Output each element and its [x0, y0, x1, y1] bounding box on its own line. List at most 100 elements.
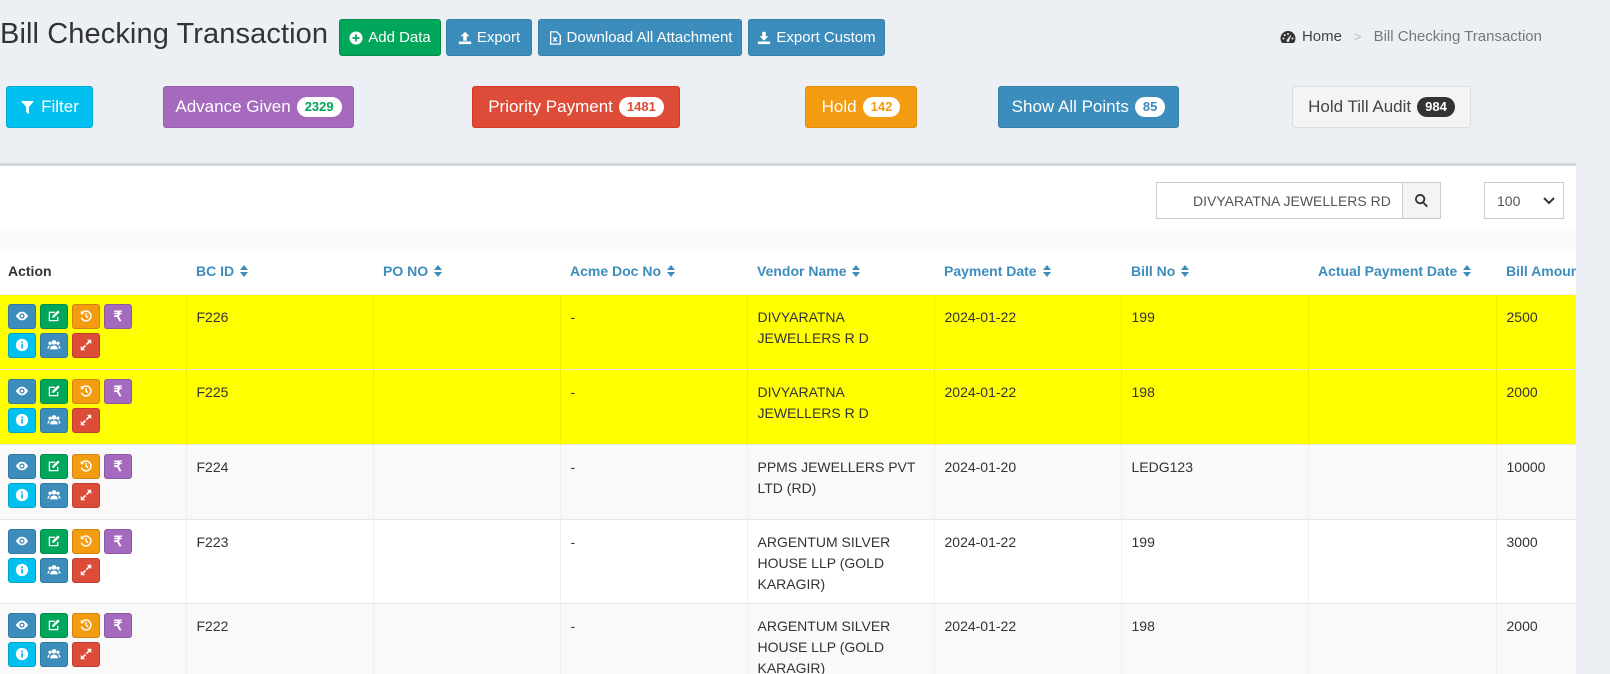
info-button[interactable]: [8, 332, 36, 358]
sort-icon[interactable]: [1463, 264, 1472, 280]
payment-button[interactable]: ₹: [104, 453, 132, 479]
col-header-vendor-name-label: Vendor Name: [757, 262, 847, 279]
upload-icon: [458, 31, 471, 44]
view-button[interactable]: [8, 612, 36, 638]
col-header-po-no[interactable]: PO NO: [373, 249, 560, 295]
history-button[interactable]: [72, 612, 100, 638]
expand-button[interactable]: [72, 557, 100, 583]
cell-bill-no: 199: [1120, 294, 1308, 369]
cell-bc-id: F223: [185, 519, 373, 603]
payment-button[interactable]: ₹: [104, 303, 132, 329]
rupee-icon: ₹: [113, 616, 123, 633]
col-header-bc-id[interactable]: BC ID: [186, 249, 373, 295]
info-button[interactable]: [8, 407, 36, 433]
cell-vendor-name: ARGENTUM SILVER HOUSE LLP (GOLD KARAGIR): [746, 519, 934, 603]
table-row: ₹ F222 - ARGENTUM SILVER HOUSE LLP (GOLD…: [0, 603, 1576, 674]
col-header-bill-amount-label: Bill Amount: [1506, 263, 1576, 280]
cell-bill-no: 198: [1120, 603, 1308, 674]
cell-po-no: [372, 444, 560, 519]
edit-button[interactable]: [40, 378, 68, 404]
info-button[interactable]: [8, 482, 36, 508]
history-button[interactable]: [72, 453, 100, 479]
edit-button[interactable]: [40, 303, 68, 329]
payment-button[interactable]: ₹: [104, 528, 132, 554]
edit-button[interactable]: [40, 528, 68, 554]
priority-payment-button[interactable]: Priority Payment 1481: [472, 86, 680, 128]
col-header-action: Action: [0, 249, 186, 295]
col-header-bill-no-label: Bill No: [1131, 262, 1176, 279]
export-button[interactable]: Export: [446, 19, 532, 56]
history-button[interactable]: [72, 528, 100, 554]
col-header-actual-payment-date[interactable]: Actual Payment Date: [1308, 249, 1496, 295]
cell-bill-amount: 10000: [1495, 444, 1576, 519]
users-button[interactable]: [40, 407, 68, 433]
users-button[interactable]: [40, 557, 68, 583]
expand-button[interactable]: [72, 332, 100, 358]
users-button[interactable]: [40, 332, 68, 358]
sort-icon[interactable]: [1042, 264, 1051, 280]
table-row: ₹ F224 - PPMS JEWELLERS PVT LTD (RD) 202…: [0, 444, 1576, 519]
search-button[interactable]: [1402, 183, 1440, 218]
show-all-points-button[interactable]: Show All Points 85: [998, 86, 1179, 128]
page-size-value: 100: [1497, 192, 1521, 209]
users-icon: [47, 340, 61, 350]
expand-icon: [80, 564, 92, 576]
info-button[interactable]: [8, 557, 36, 583]
payment-button[interactable]: ₹: [104, 612, 132, 638]
sort-icon[interactable]: [667, 264, 676, 280]
sort-icon[interactable]: [240, 264, 249, 280]
view-button[interactable]: [8, 528, 36, 554]
expand-button[interactable]: [72, 482, 100, 508]
advance-given-count-badge: 2329: [296, 97, 342, 117]
col-header-acme-doc-no[interactable]: Acme Doc No: [560, 249, 747, 295]
cell-payment-date: 2024-01-22: [933, 519, 1121, 603]
filter-button[interactable]: Filter: [6, 86, 93, 128]
history-icon: [80, 535, 92, 547]
page-title: Bill Checking Transaction: [0, 18, 329, 50]
advance-given-button[interactable]: Advance Given 2329: [163, 86, 354, 128]
users-button[interactable]: [40, 482, 68, 508]
sort-icon[interactable]: [1181, 264, 1190, 280]
view-button[interactable]: [8, 303, 36, 329]
users-button[interactable]: [40, 641, 68, 667]
col-header-payment-date[interactable]: Payment Date: [934, 249, 1121, 295]
page-size-select[interactable]: 100: [1484, 182, 1564, 219]
edit-button[interactable]: [40, 612, 68, 638]
view-button[interactable]: [8, 378, 36, 404]
advance-given-label: Advance Given: [175, 97, 291, 116]
cell-acme-doc-no: -: [559, 369, 747, 444]
view-button[interactable]: [8, 453, 36, 479]
edit-button[interactable]: [40, 453, 68, 479]
col-header-payment-date-label: Payment Date: [944, 262, 1037, 279]
export-custom-button[interactable]: Export Custom: [748, 19, 885, 56]
cell-po-no: [372, 369, 560, 444]
hold-button[interactable]: Hold 142: [805, 86, 917, 128]
expand-button[interactable]: [72, 407, 100, 433]
content-header: Bill Checking Transaction Add Data Expor…: [0, 0, 1576, 74]
search-input[interactable]: [1157, 183, 1402, 218]
table-header-row: Action BC ID PO NO Acme Doc No Vendor Na…: [0, 249, 1576, 295]
sort-icon[interactable]: [434, 264, 443, 280]
eye-icon: [15, 620, 29, 630]
col-header-bill-amount[interactable]: Bill Amount: [1496, 249, 1576, 295]
payment-button[interactable]: ₹: [104, 378, 132, 404]
download-all-attachment-button[interactable]: Download All Attachment: [538, 19, 742, 56]
hold-till-audit-button[interactable]: Hold Till Audit 984: [1292, 86, 1471, 128]
eye-icon: [15, 311, 29, 321]
sort-icon[interactable]: [852, 264, 861, 280]
info-button[interactable]: [8, 641, 36, 667]
history-button[interactable]: [72, 378, 100, 404]
expand-button[interactable]: [72, 641, 100, 667]
edit-icon: [48, 460, 60, 472]
breadcrumb-current: Bill Checking Transaction: [1373, 28, 1542, 45]
row-actions: ₹: [0, 519, 186, 603]
col-header-vendor-name[interactable]: Vendor Name: [747, 249, 934, 295]
add-data-button[interactable]: Add Data: [339, 19, 441, 56]
history-button[interactable]: [72, 303, 100, 329]
cell-bc-id: F222: [185, 603, 373, 674]
breadcrumb-home[interactable]: Home: [1280, 28, 1342, 45]
col-header-bill-no[interactable]: Bill No: [1121, 249, 1308, 295]
file-excel-icon: [549, 30, 561, 45]
cell-actual-payment-date: [1307, 519, 1496, 603]
cell-payment-date: 2024-01-22: [933, 603, 1121, 674]
